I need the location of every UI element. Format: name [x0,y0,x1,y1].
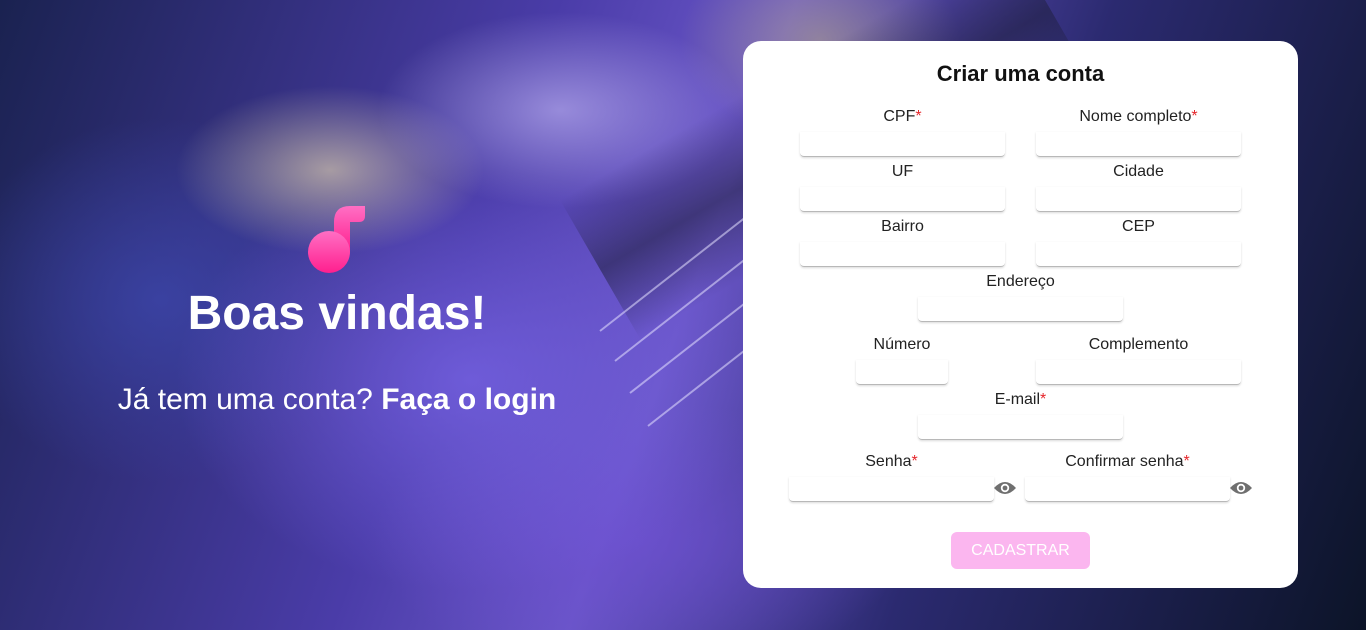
required-mark: * [911,453,918,470]
login-prompt-text: Já tem uma conta? [117,383,373,416]
required-mark: * [1191,108,1198,125]
welcome-title: Boas vindas! [187,287,487,340]
music-note-icon [308,206,365,273]
register-button[interactable]: CADASTRAR [951,532,1090,569]
address-field: Endereço [918,273,1123,322]
confirm-password-input[interactable] [1025,477,1230,502]
name-field: Nome completo* [1036,108,1241,157]
complement-field: Complemento [1036,336,1241,385]
password-label: Senha* [865,453,918,470]
address-label: Endereço [986,273,1055,290]
email-input[interactable] [918,415,1123,440]
address-input[interactable] [918,297,1123,322]
name-input[interactable] [1036,132,1241,157]
required-mark: * [915,108,922,125]
cep-label: CEP [1122,218,1155,235]
confirm-password-field: Confirmar senha* [1025,453,1230,502]
cpf-field: CPF* [800,108,1005,157]
neighborhood-input[interactable] [800,242,1005,267]
city-label: Cidade [1113,163,1164,180]
login-prompt: Já tem uma conta? Faça o login [0,381,674,419]
neighborhood-field: Bairro [800,218,1005,267]
eye-icon[interactable] [993,479,1017,497]
neighborhood-label: Bairro [881,218,924,235]
complement-input[interactable] [1036,360,1241,385]
uf-field: UF [800,163,1005,212]
cep-field: CEP [1036,218,1241,267]
number-input[interactable] [856,360,948,385]
password-field: Senha* [789,453,994,502]
welcome-panel: Boas vindas! Já tem uma conta? Faça o lo… [0,0,743,630]
signup-card: Criar uma conta CPF* Nome completo* UF C… [743,41,1298,588]
signup-title: Criar uma conta [936,61,1105,86]
confirm-password-label: Confirmar senha* [1065,453,1190,470]
cep-input[interactable] [1036,242,1241,267]
uf-input[interactable] [800,187,1005,212]
required-mark: * [1183,453,1190,470]
eye-icon[interactable] [1229,479,1253,497]
cpf-input[interactable] [800,132,1005,157]
email-label: E-mail* [994,391,1047,408]
complement-label: Complemento [1088,336,1189,353]
city-field: Cidade [1036,163,1241,212]
password-input[interactable] [789,477,994,502]
city-input[interactable] [1036,187,1241,212]
uf-label: UF [891,163,914,180]
cpf-label: CPF* [883,108,922,125]
email-field: E-mail* [918,391,1123,440]
name-label: Nome completo* [1079,108,1198,125]
number-field: Número [856,336,948,385]
required-mark: * [1040,391,1047,408]
number-label: Número [873,336,931,353]
login-link[interactable]: Faça o login [381,383,556,416]
